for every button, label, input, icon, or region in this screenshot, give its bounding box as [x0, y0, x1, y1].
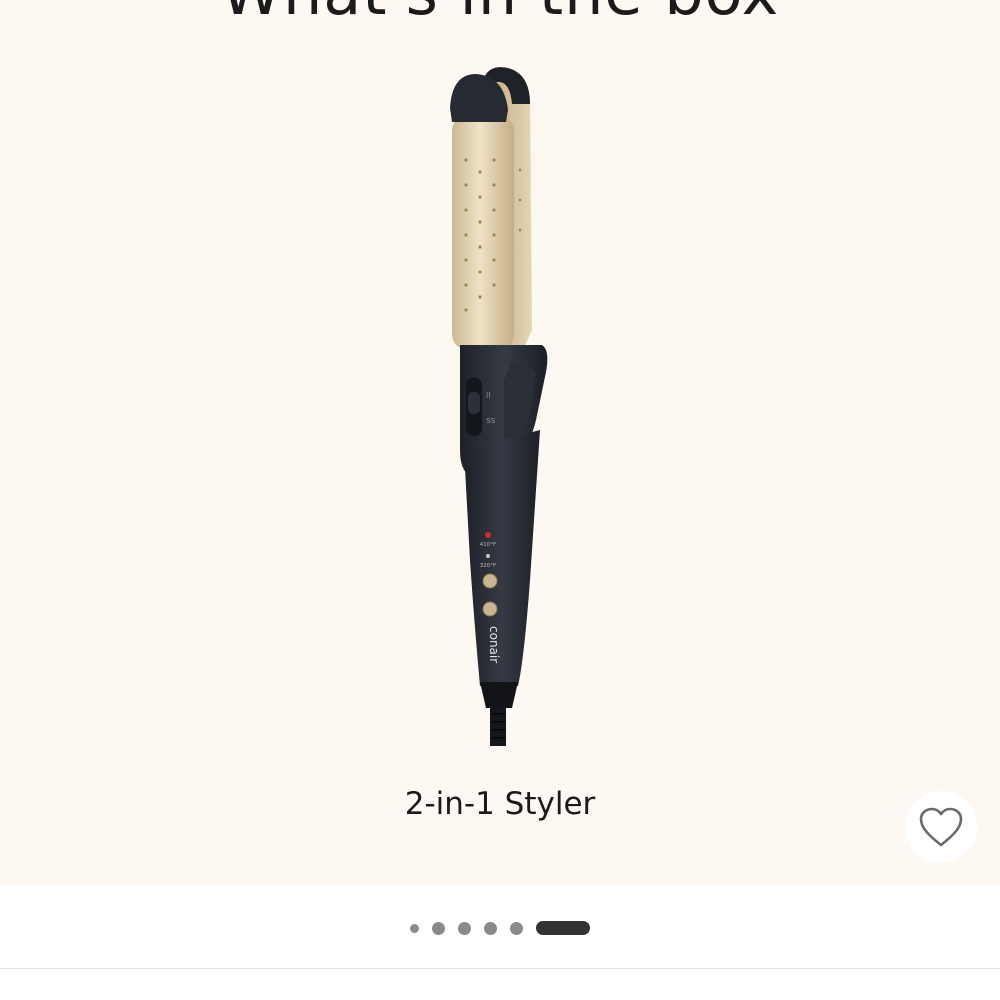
favorite-button[interactable] [905, 791, 977, 863]
pagination-dot[interactable] [432, 921, 445, 935]
pagination-dot[interactable] [410, 923, 419, 933]
product-caption: 2-in-1 Styler [404, 786, 596, 822]
carousel-pagination [0, 918, 1000, 938]
product-gallery[interactable]: What's in the box [0, 0, 1000, 885]
pagination-dot[interactable] [484, 921, 497, 935]
svg-text:ll: ll [486, 391, 490, 400]
temp-low-label: 320°F [480, 563, 496, 569]
styler-device: ll ss 410°F 320°F conair [450, 67, 548, 746]
svg-text:ss: ss [486, 416, 496, 426]
pagination-dot[interactable] [510, 921, 523, 935]
product-image[interactable]: ll ss 410°F 320°F conair [400, 60, 600, 770]
divider [0, 968, 1000, 969]
heart-outline-icon [919, 807, 963, 847]
pagination-dot[interactable] [458, 921, 471, 935]
pagination-dot-active[interactable] [536, 921, 590, 935]
section-heading: What's in the box [0, 0, 1000, 29]
brand-logo: conair [487, 626, 501, 663]
temp-high-label: 410°F [480, 542, 496, 548]
